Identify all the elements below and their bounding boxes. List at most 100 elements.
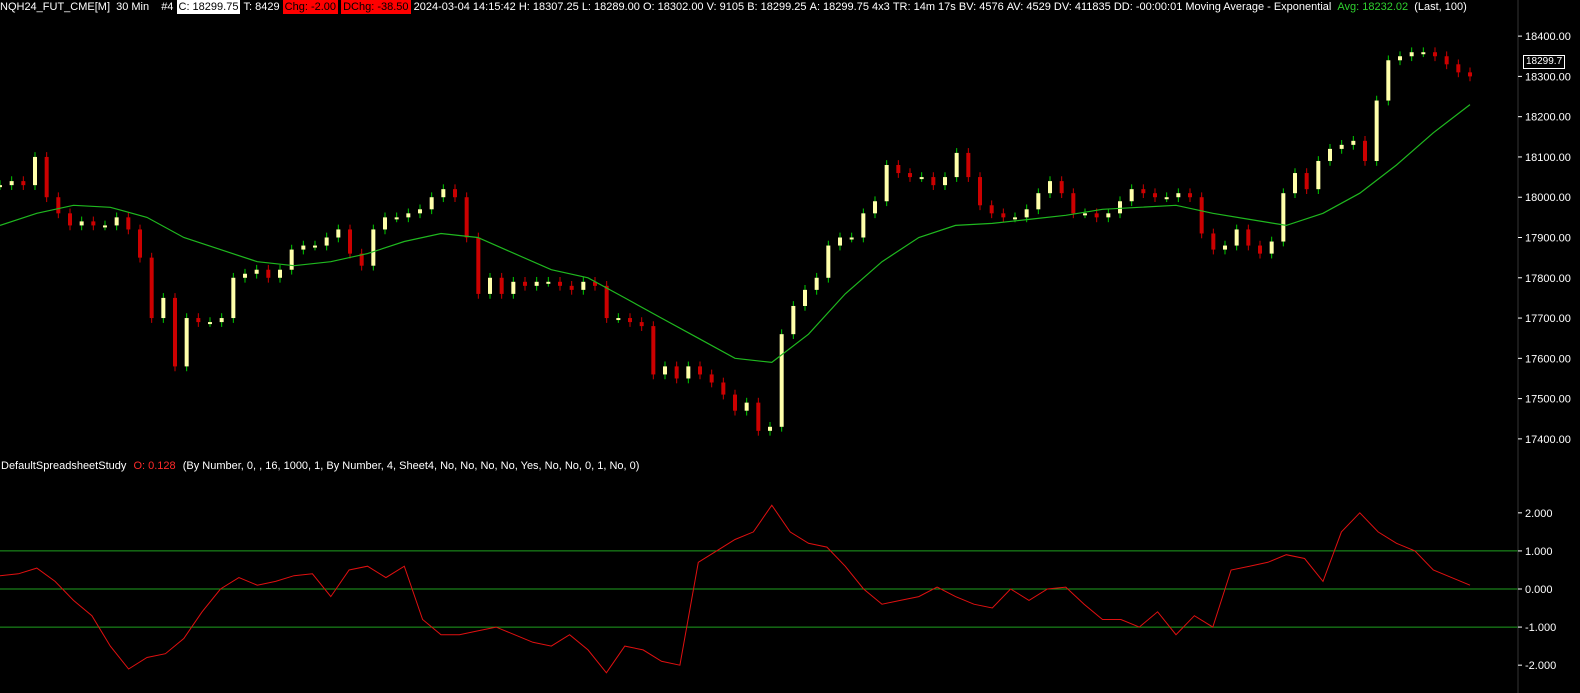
price-bar <box>733 394 737 411</box>
price-bar <box>371 229 376 266</box>
price-axis-label: 18000.00 <box>1525 192 1571 204</box>
price-bar <box>826 245 831 278</box>
price-bar <box>756 402 761 431</box>
price-bar <box>149 257 154 319</box>
symbol-label[interactable]: NQH24_FUT_CME[M] <box>0 0 110 14</box>
price-bar <box>791 305 796 335</box>
price-bar <box>208 322 212 325</box>
price-bar <box>1153 193 1157 198</box>
price-bar <box>56 197 61 214</box>
delta-volume-value: DV: 411835 <box>1053 1 1111 13</box>
price-bar <box>1374 100 1379 161</box>
oscillator-axis-label: -2.000 <box>1525 660 1556 672</box>
price-bar <box>394 217 399 220</box>
price-bar <box>663 366 667 375</box>
price-bar <box>1048 181 1052 194</box>
price-bar <box>849 237 854 240</box>
price-bar <box>1246 229 1251 246</box>
price-bar <box>1421 52 1426 55</box>
price-bar <box>616 318 621 321</box>
price-bar <box>1398 56 1402 61</box>
ask-value: A: 18299.75 <box>809 1 869 13</box>
price-bar <box>138 229 142 258</box>
price-bar <box>1363 140 1367 161</box>
open-value: O: 18302.00 <box>643 1 704 13</box>
price-bar <box>1024 209 1029 218</box>
price-bar <box>1013 217 1017 220</box>
bidask-size-value: 4x3 <box>872 1 890 13</box>
price-bar <box>1071 193 1076 214</box>
price-bar <box>1141 189 1146 194</box>
price-bar <box>278 269 282 278</box>
price-bar <box>289 249 294 270</box>
price-bar <box>523 281 527 286</box>
price-bar <box>1188 193 1192 198</box>
price-bar <box>0 185 2 188</box>
price-bar <box>1211 233 1216 250</box>
price-bar <box>604 285 609 319</box>
price-axis-label: 17400.00 <box>1525 434 1571 446</box>
price-bar <box>931 177 936 186</box>
price-bar <box>114 217 119 226</box>
price-bar <box>1129 189 1134 202</box>
chart-number-label: #4 <box>161 1 174 13</box>
price-axis-label: 18300.00 <box>1525 71 1571 83</box>
price-bar <box>33 156 37 186</box>
chart-canvas[interactable]: 18400.00 18300.00 18200.00 18100.00 18000.00… <box>0 0 1580 693</box>
study-name[interactable]: DefaultSpreadsheetStudy <box>1 460 126 472</box>
chart-header: NQH24_FUT_CME[M] 30 Min #4 C: 18299.75 T… <box>0 0 1467 15</box>
price-bar <box>1456 64 1461 73</box>
price-bar <box>441 189 446 198</box>
price-bar <box>1176 193 1181 198</box>
price-bar <box>1281 193 1286 242</box>
change-value: Chg: -2.00 <box>282 0 339 14</box>
price-bar <box>1118 201 1122 214</box>
price-axis-label: 17900.00 <box>1525 233 1571 245</box>
datetime-value: 2024-03-04 14:15:42 <box>413 1 516 13</box>
high-value: H: 18307.25 <box>518 1 579 13</box>
price-bar <box>954 152 959 178</box>
price-bar <box>91 221 96 226</box>
price-bar <box>9 181 14 186</box>
price-bar <box>989 205 994 214</box>
price-bar <box>126 217 131 230</box>
price-bar <box>674 366 679 379</box>
oscillator-region <box>0 504 1518 674</box>
price-bar <box>581 281 586 290</box>
price-axis-label: 18100.00 <box>1525 152 1571 164</box>
trades-value: T: 8429 <box>243 1 280 13</box>
price-bar <box>686 366 691 379</box>
ema-avg-value: Avg: 18232.02 <box>1337 1 1409 13</box>
price-bar <box>68 213 72 226</box>
price-bar <box>1094 213 1099 218</box>
bid-value: B: 18299.25 <box>747 1 807 13</box>
volume-value: V: 9105 <box>706 1 745 13</box>
price-bar <box>219 318 224 323</box>
price-bar <box>266 269 271 278</box>
price-bar <box>1234 229 1239 246</box>
price-bar <box>546 281 551 284</box>
price-axis-label: 17800.00 <box>1525 273 1571 285</box>
price-bar <box>336 229 341 238</box>
price-bar <box>698 366 702 375</box>
oscillator-axis-label: -1.000 <box>1525 622 1556 634</box>
price-bar <box>1304 173 1309 190</box>
price-bar <box>1293 173 1297 194</box>
price-bar <box>1316 160 1321 190</box>
price-bar <box>1269 241 1274 254</box>
price-axis-label: 18400.00 <box>1525 31 1571 43</box>
price-bar <box>1059 181 1064 194</box>
price-bar <box>1036 193 1041 210</box>
price-bar <box>978 177 982 206</box>
interval-label[interactable]: 30 Min <box>116 0 149 14</box>
price-bar <box>1164 197 1169 200</box>
price-bar <box>1328 148 1332 161</box>
low-value: L: 18289.00 <box>581 1 640 13</box>
price-bar <box>896 165 901 174</box>
chart-window: 18400.00 18300.00 18200.00 18100.00 18000.00… <box>0 0 1580 693</box>
price-bar <box>628 318 632 323</box>
ema-study-name[interactable]: Moving Average - Exponential <box>1185 0 1331 14</box>
price-bar <box>231 277 236 319</box>
price-bar <box>406 213 411 218</box>
close-value: C: 18299.75 <box>176 0 241 14</box>
